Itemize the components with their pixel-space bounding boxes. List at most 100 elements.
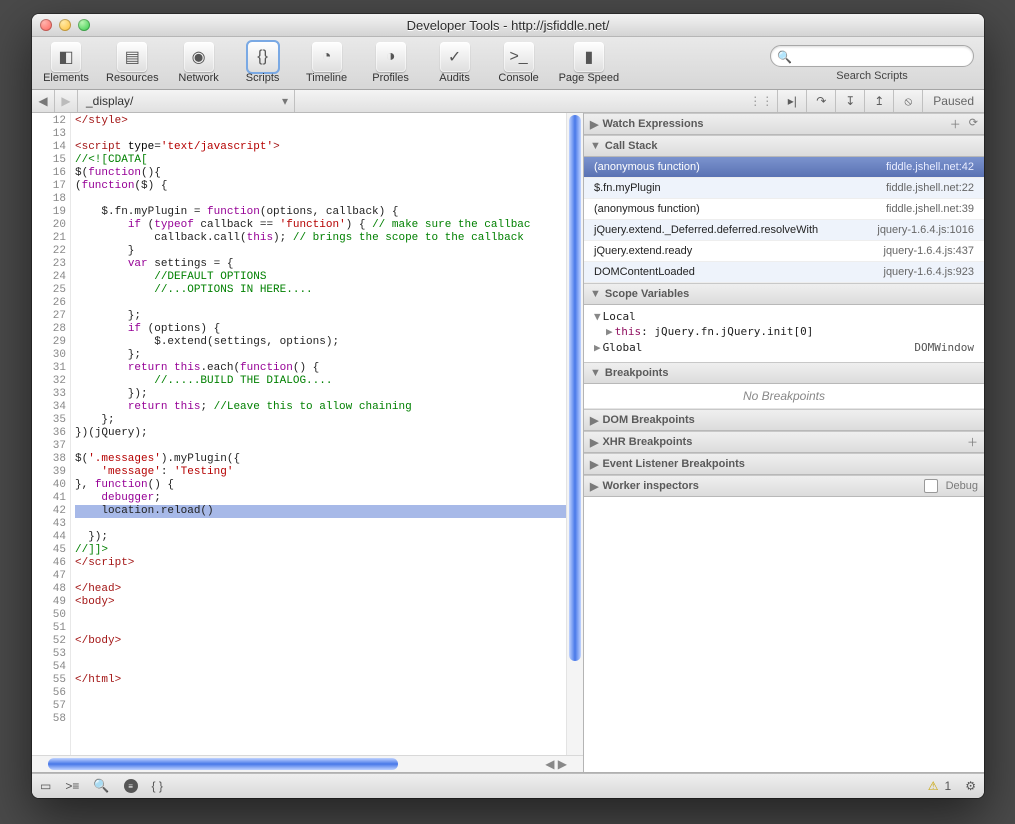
callstack-frame[interactable]: $.fn.myPluginfiddle.jshell.net:22 (584, 178, 984, 199)
search-input[interactable]: 🔍 (770, 45, 974, 67)
code-line[interactable] (75, 661, 566, 674)
code-line[interactable] (75, 440, 566, 453)
code-line[interactable]: debugger; (75, 492, 566, 505)
code-line[interactable] (75, 193, 566, 206)
code-line[interactable]: }); (75, 531, 566, 544)
tab-console[interactable]: >_Console (495, 42, 543, 84)
callstack-header[interactable]: ▼ Call Stack (584, 135, 984, 157)
callstack-frame[interactable]: (anonymous function)fiddle.jshell.net:42 (584, 157, 984, 178)
pause-exceptions-icon[interactable]: ≡ (124, 779, 138, 793)
code-line[interactable]: </head> (75, 583, 566, 596)
code-line[interactable]: callback.call(this); // brings the scope… (75, 232, 566, 245)
code-line[interactable]: $(function(){ (75, 167, 566, 180)
tab-audits[interactable]: ✓Audits (431, 42, 479, 84)
code-line[interactable] (75, 648, 566, 661)
code-line[interactable]: 'message': 'Testing' (75, 466, 566, 479)
evbp-header[interactable]: ▶ Event Listener Breakpoints (584, 453, 984, 475)
add-watch-icon[interactable]: ＋ (950, 116, 961, 132)
code-line[interactable] (75, 700, 566, 713)
file-select[interactable]: _display/ ▾ (78, 90, 295, 112)
breakpoints-header[interactable]: ▼ Breakpoints (584, 362, 984, 384)
code-line[interactable]: }); (75, 388, 566, 401)
nav-forward-button[interactable]: ▶ (55, 90, 78, 112)
tab-network[interactable]: ◉Network (175, 42, 223, 84)
deactivate-bp-button[interactable]: ⦸ (894, 90, 923, 112)
watch-header[interactable]: ▶ Watch Expressions ＋⟳ (584, 113, 984, 135)
tab-resources[interactable]: ▤Resources (106, 42, 159, 84)
step-out-button[interactable]: ↥ (865, 90, 894, 112)
tab-timeline[interactable]: ◔Timeline (303, 42, 351, 84)
code-line[interactable]: var settings = { (75, 258, 566, 271)
code-line[interactable] (75, 518, 566, 531)
code-line[interactable]: </body> (75, 635, 566, 648)
code-line[interactable]: }; (75, 349, 566, 362)
scope-this[interactable]: ▶this: jQuery.fn.jQuery.init[0] (584, 324, 984, 339)
code-line[interactable]: </style> (75, 115, 566, 128)
code-line[interactable]: $('.messages').myPlugin({ (75, 453, 566, 466)
callstack-frame[interactable]: jQuery.extend._Deferred.deferred.resolve… (584, 220, 984, 241)
close-icon[interactable] (40, 19, 52, 31)
code-line[interactable]: //DEFAULT OPTIONS (75, 271, 566, 284)
scrollbar-thumb[interactable] (569, 115, 581, 661)
code-line[interactable]: if (typeof callback == 'function') { // … (75, 219, 566, 232)
tab-scripts[interactable]: {}Scripts (239, 42, 287, 84)
search-icon[interactable]: 🔍 (93, 778, 109, 794)
callstack-frame[interactable]: (anonymous function)fiddle.jshell.net:39 (584, 199, 984, 220)
worker-header[interactable]: ▶ Worker inspectors Debug (584, 475, 984, 497)
step-into-button[interactable]: ↧ (836, 90, 865, 112)
code-line[interactable]: //.....BUILD THE DIALOG.... (75, 375, 566, 388)
code-line[interactable]: $.fn.myPlugin = function(options, callba… (75, 206, 566, 219)
code-line[interactable]: })(jQuery); (75, 427, 566, 440)
code-line[interactable]: if (options) { (75, 323, 566, 336)
tab-elements[interactable]: ◧Elements (42, 42, 90, 84)
code-line[interactable]: </html> (75, 674, 566, 687)
hscroll-thumb[interactable] (48, 758, 398, 770)
hscroll-arrows[interactable]: ◀ ▶ (545, 757, 567, 771)
code-line[interactable] (75, 622, 566, 635)
resize-handle-icon[interactable]: ⋮⋮ (749, 94, 773, 108)
tab-page-speed[interactable]: ▮Page Speed (559, 42, 620, 84)
scope-global[interactable]: ▶GlobalDOMWindow (584, 339, 984, 356)
zoom-icon[interactable] (78, 19, 90, 31)
add-xhrbp-icon[interactable]: ＋ (967, 434, 978, 450)
refresh-watch-icon[interactable]: ⟳ (969, 116, 978, 132)
scope-header[interactable]: ▼ Scope Variables (584, 283, 984, 305)
scope-local[interactable]: ▼Local (584, 309, 984, 324)
code-line[interactable]: //...OPTIONS IN HERE.... (75, 284, 566, 297)
code-line[interactable] (75, 570, 566, 583)
step-over-button[interactable]: ↷ (807, 90, 836, 112)
callstack-frame[interactable]: DOMContentLoadedjquery-1.6.4.js:923 (584, 262, 984, 283)
code-editor[interactable]: 12 13 14 15 16 17 18 19 20 21 22 23 24 2… (32, 113, 583, 755)
code-line[interactable]: </script> (75, 557, 566, 570)
pretty-print-icon[interactable]: { } (152, 779, 163, 793)
code-line[interactable]: return this; //Leave this to allow chain… (75, 401, 566, 414)
code-line[interactable]: }; (75, 310, 566, 323)
source-view[interactable]: </style> <script type='text/javascript'>… (71, 113, 566, 755)
code-line[interactable] (75, 687, 566, 700)
code-line[interactable]: } (75, 245, 566, 258)
code-line[interactable]: <body> (75, 596, 566, 609)
code-line[interactable]: }, function() { (75, 479, 566, 492)
horizontal-scrollbar[interactable]: ◀ ▶ (32, 755, 583, 772)
callstack-frame[interactable]: jQuery.extend.readyjquery-1.6.4.js:437 (584, 241, 984, 262)
code-line[interactable] (75, 609, 566, 622)
vertical-scrollbar[interactable] (566, 113, 583, 755)
tab-profiles[interactable]: ◑Profiles (367, 42, 415, 84)
code-line[interactable] (75, 297, 566, 310)
warning-icon[interactable]: ⚠ (928, 779, 939, 793)
nav-back-button[interactable]: ◀ (32, 90, 55, 112)
code-line[interactable]: (function($) { (75, 180, 566, 193)
xhrbp-header[interactable]: ▶ XHR Breakpoints ＋ (584, 431, 984, 453)
code-line[interactable]: return this.each(function() { (75, 362, 566, 375)
resume-button[interactable]: ▸| (778, 90, 807, 112)
code-line[interactable]: //]]> (75, 544, 566, 557)
console-toggle-icon[interactable]: >≡ (65, 779, 79, 793)
minimize-icon[interactable] (59, 19, 71, 31)
dock-icon[interactable]: ▭ (40, 779, 51, 793)
worker-debug-checkbox[interactable] (924, 479, 938, 493)
dombp-header[interactable]: ▶ DOM Breakpoints (584, 409, 984, 431)
code-line[interactable]: }; (75, 414, 566, 427)
code-line[interactable]: $.extend(settings, options); (75, 336, 566, 349)
code-line[interactable]: location.reload() (75, 505, 566, 518)
code-line[interactable]: <script type='text/javascript'> (75, 141, 566, 154)
